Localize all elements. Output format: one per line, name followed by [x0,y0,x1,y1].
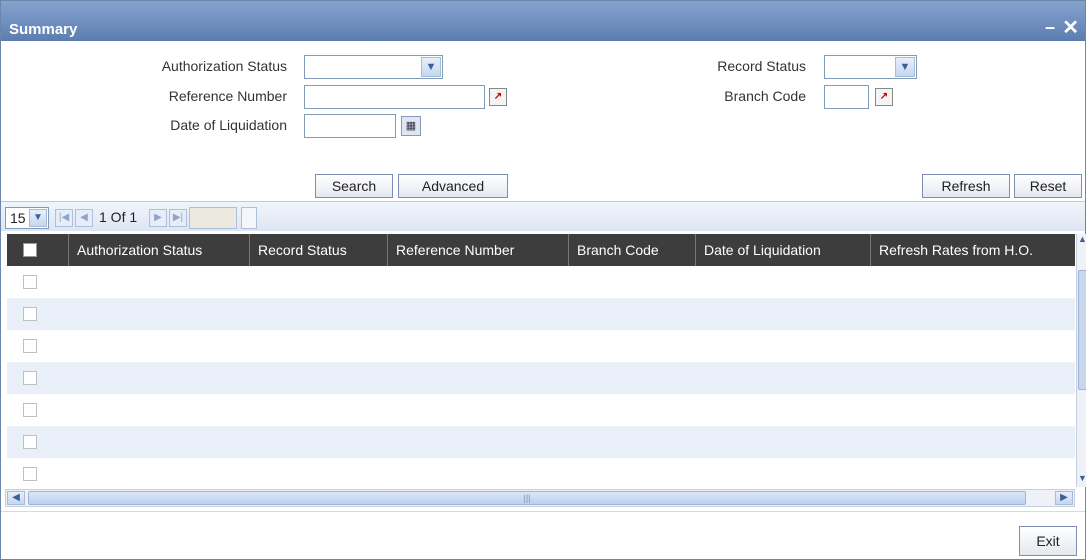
table-row[interactable] [7,266,1075,298]
search-button[interactable]: Search [315,174,393,198]
reset-button[interactable]: Reset [1014,174,1082,198]
title-bar: Summary – ✕ [1,1,1085,41]
page-size-select[interactable]: 15 ▼ [5,207,49,229]
goto-page-input[interactable] [189,207,237,229]
scroll-up-icon[interactable]: ▲ [1077,234,1086,248]
list-of-values-icon[interactable]: ↗ [875,88,893,106]
branch-code-input[interactable] [824,85,869,109]
branch-code-label: Branch Code [724,88,806,104]
record-status-label: Record Status [717,58,806,74]
scrollbar-thumb[interactable] [1078,270,1086,390]
chevron-down-icon[interactable]: ▼ [421,57,441,77]
advanced-button[interactable]: Advanced [398,174,508,198]
pagination-toolbar: 15 ▼ |◀ ◀ 1 Of 1 ▶ ▶| [1,201,1085,231]
row-checkbox[interactable] [23,435,37,449]
row-checkbox[interactable] [23,371,37,385]
previous-page-icon[interactable]: ◀ [75,209,93,227]
exit-button[interactable]: Exit [1019,526,1077,556]
scroll-down-icon[interactable]: ▼ [1077,473,1086,487]
chevron-down-icon[interactable]: ▼ [29,209,47,227]
select-all-checkbox[interactable] [23,243,37,257]
reference-number-label: Reference Number [168,88,287,104]
column-header[interactable]: Record Status [250,234,388,266]
column-header[interactable]: Refresh Rates from H.O. [871,234,1075,266]
column-header[interactable]: Authorization Status [69,234,250,266]
record-status-select[interactable]: ▼ [824,55,917,79]
scrollbar-thumb[interactable]: ||| [28,491,1026,505]
last-page-icon[interactable]: ▶| [169,209,187,227]
authorization-status-select[interactable]: ▼ [304,55,443,79]
minimize-icon[interactable]: – [1045,17,1055,38]
refresh-button[interactable]: Refresh [922,174,1010,198]
select-all-cell [7,234,69,266]
page-indicator: 1 Of 1 [99,209,138,225]
row-checkbox[interactable] [23,275,37,289]
chevron-down-icon[interactable]: ▼ [895,57,915,77]
summary-window: Summary – ✕ Authorization Status ▼ Recor… [0,0,1086,560]
column-header[interactable]: Branch Code [569,234,696,266]
reference-number-input[interactable] [304,85,485,109]
horizontal-scrollbar[interactable]: ◀ ||| ▶ [5,489,1075,507]
row-checkbox[interactable] [23,339,37,353]
row-checkbox[interactable] [23,307,37,321]
vertical-scrollbar[interactable]: ▲ ▼ [1076,234,1086,487]
table-row[interactable] [7,330,1075,362]
table-row[interactable] [7,426,1075,458]
close-icon[interactable]: ✕ [1062,15,1079,40]
goto-page-button[interactable] [241,207,257,229]
footer: Exit [1,511,1085,559]
window-title: Summary [9,21,78,38]
next-page-icon[interactable]: ▶ [149,209,167,227]
grid-header: Authorization Status Record Status Refer… [7,234,1075,266]
table-row[interactable] [7,394,1075,426]
authorization-status-label: Authorization Status [161,58,287,74]
date-of-liquidation-input[interactable] [304,114,396,138]
first-page-icon[interactable]: |◀ [55,209,73,227]
calendar-icon[interactable]: ▦ [401,116,421,136]
scroll-right-icon[interactable]: ▶ [1055,491,1073,505]
row-checkbox[interactable] [23,467,37,481]
table-row[interactable] [7,458,1075,489]
column-header[interactable]: Date of Liquidation [696,234,871,266]
column-header[interactable]: Reference Number [388,234,569,266]
table-row[interactable] [7,298,1075,330]
table-row[interactable] [7,362,1075,394]
results-grid: Authorization Status Record Status Refer… [7,234,1075,489]
row-checkbox[interactable] [23,403,37,417]
list-of-values-icon[interactable]: ↗ [489,88,507,106]
date-of-liquidation-label: Date of Liquidation [170,117,287,133]
scroll-left-icon[interactable]: ◀ [7,491,25,505]
